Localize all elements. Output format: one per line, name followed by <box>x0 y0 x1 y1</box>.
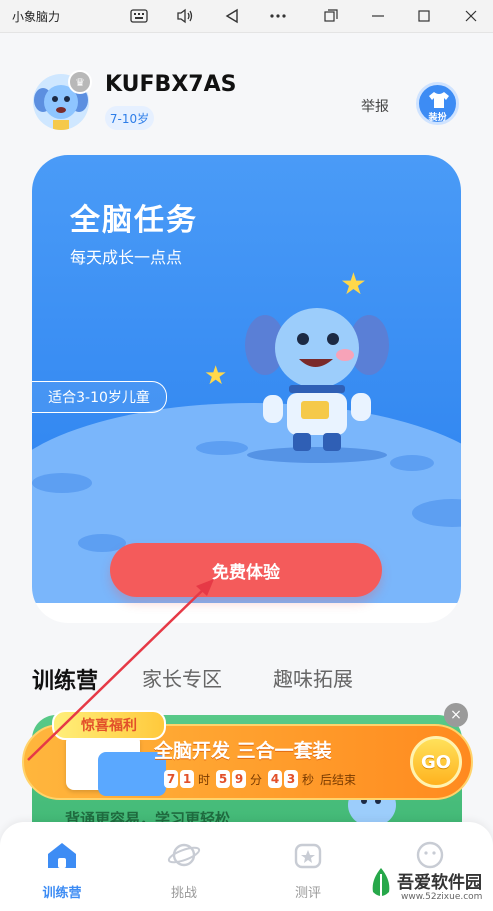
close-icon[interactable] <box>459 4 483 28</box>
app-title: 小象脑力 <box>12 10 61 24</box>
dress-up-label: 装扮 <box>428 113 447 123</box>
planet-icon <box>167 838 201 872</box>
watermark-logo-icon <box>367 866 395 902</box>
keyboard-icon[interactable] <box>127 4 151 28</box>
age-suitability-pill: 适合3-10岁儿童 <box>32 381 167 413</box>
more-dots-icon[interactable] <box>266 4 290 28</box>
back-triangle-icon[interactable] <box>220 4 244 28</box>
tab-training-camp[interactable]: 训练营 <box>32 663 98 695</box>
banner-title: 全脑任务 <box>70 203 198 238</box>
task-banner-card: 全脑任务 每天成长一点点 适合3-10岁儿童 ★ ★ 免费体验 <box>32 155 461 623</box>
window-titlebar: 小象脑力 <box>0 0 493 33</box>
go-button[interactable]: GO <box>410 736 462 788</box>
home-icon <box>45 838 79 872</box>
nav-item-training-camp[interactable]: 训练营 <box>32 838 92 901</box>
promo-close-button[interactable]: × <box>444 703 468 727</box>
volume-icon[interactable] <box>173 4 197 28</box>
countdown-digit: 5 <box>216 770 231 788</box>
section-tabs: 训练营 家长专区 趣味拓展 <box>0 655 493 699</box>
countdown-digit: 4 <box>268 770 283 788</box>
nav-item-challenge[interactable]: 挑战 <box>154 838 214 901</box>
countdown-digit: 7 <box>164 770 178 788</box>
nav-label: 测评 <box>294 886 321 901</box>
minimize-icon[interactable] <box>366 4 390 28</box>
watermark: 吾爱软件园 www.52zixue.com <box>367 862 491 908</box>
watermark-name: 吾爱软件园 <box>397 873 482 893</box>
promo-banner[interactable]: 惊喜福利 全脑开发 三合一套装 7 1 时 5 9 分 4 3 秒 后结束 GO <box>22 710 473 800</box>
tab-fun-extension[interactable]: 趣味拓展 <box>273 663 353 692</box>
nav-label: 训练营 <box>42 886 82 901</box>
promo-title: 全脑开发 三合一套装 <box>154 740 332 762</box>
dress-up-button[interactable]: 装扮 <box>416 82 459 125</box>
countdown-digit: 1 <box>180 770 194 788</box>
free-trial-button[interactable]: 免费体验 <box>110 543 382 597</box>
restore-icon[interactable] <box>319 4 343 28</box>
star-icon: ★ <box>204 361 228 391</box>
username: KUFBX7AS <box>105 72 237 97</box>
countdown-suffix: 后结束 <box>320 772 357 787</box>
nav-label: 挑战 <box>170 886 197 901</box>
countdown-unit: 秒 <box>302 772 315 787</box>
maximize-icon[interactable] <box>412 4 436 28</box>
nav-item-evaluation[interactable]: 测评 <box>278 838 338 901</box>
countdown-digit: 3 <box>284 770 299 788</box>
watermark-url: www.52zixue.com <box>401 892 483 902</box>
report-link[interactable]: 举报 <box>361 96 389 116</box>
banner-top: 全脑任务 每天成长一点点 适合3-10岁儿童 ★ ★ <box>32 155 461 603</box>
promo-tag: 惊喜福利 <box>52 710 166 740</box>
evaluation-icon <box>291 838 325 872</box>
tab-parent-zone[interactable]: 家长专区 <box>142 663 222 692</box>
crown-icon: ♛ <box>68 70 92 94</box>
banner-subtitle: 每天成长一点点 <box>70 248 183 267</box>
age-badge: 7-10岁 <box>105 106 154 130</box>
countdown-unit: 分 <box>250 772 263 787</box>
elephant-mascot <box>237 293 397 463</box>
countdown-unit: 时 <box>198 772 211 787</box>
countdown-timer: 7 1 时 5 9 分 4 3 秒 后结束 <box>164 768 356 790</box>
countdown-digit: 9 <box>232 770 247 788</box>
